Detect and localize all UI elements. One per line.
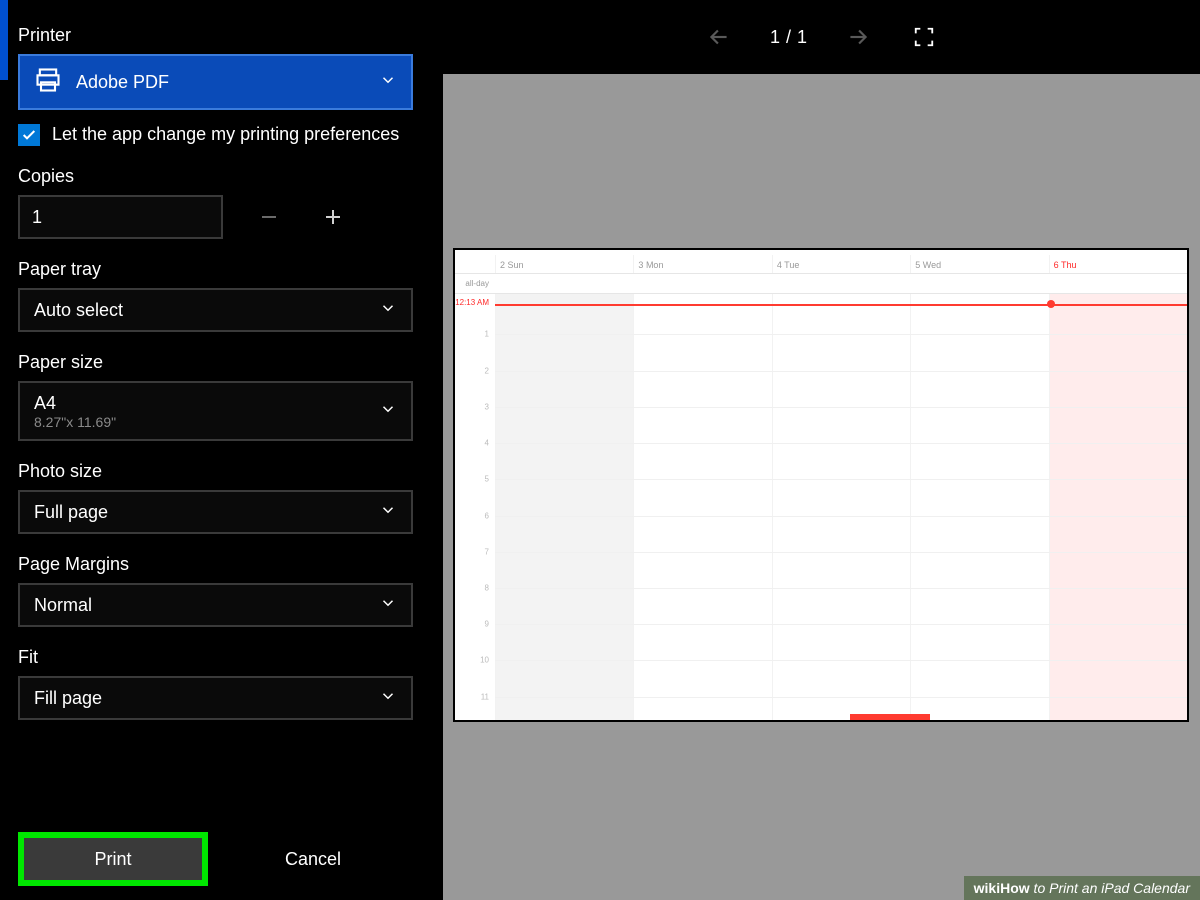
- hour-label: 11: [455, 692, 495, 701]
- page-current: 1: [770, 27, 780, 48]
- paper-size-group: Paper size A4 8.27"x 11.69": [18, 352, 413, 441]
- fit-label: Fit: [18, 647, 413, 668]
- next-page-button[interactable]: [843, 22, 873, 52]
- highlight-ring: Print: [18, 832, 208, 886]
- page-separator: /: [786, 27, 791, 48]
- paper-tray-value: Auto select: [34, 300, 123, 321]
- page-margins-group: Page Margins Normal: [18, 554, 413, 627]
- copies-label: Copies: [18, 166, 413, 187]
- photo-size-select[interactable]: Full page: [18, 490, 413, 534]
- hour-label: 10: [455, 656, 495, 665]
- print-button[interactable]: Print: [24, 838, 202, 880]
- copies-group: Copies: [18, 166, 413, 239]
- hour-label: 4: [455, 439, 495, 448]
- prev-page-button[interactable]: [704, 22, 734, 52]
- chevron-down-icon: [379, 501, 397, 524]
- photo-size-label: Photo size: [18, 461, 413, 482]
- now-time-label: 12:13 AM: [455, 298, 495, 307]
- fit-value: Fill page: [34, 688, 102, 709]
- calendar-grid: 12:13 AM 1 2 3 4 5 6 7 8 9 10 11: [455, 294, 1187, 720]
- print-preview-page: 2 Sun 3 Mon 4 Tue 5 Wed 6 Thu all-day: [453, 248, 1189, 722]
- printing-preferences-checkbox-row[interactable]: Let the app change my printing preferenc…: [18, 122, 413, 146]
- paper-size-value: A4: [34, 393, 116, 414]
- chevron-down-icon: [379, 400, 397, 423]
- hour-label: 7: [455, 547, 495, 556]
- paper-tray-select[interactable]: Auto select: [18, 288, 413, 332]
- fit-group: Fit Fill page: [18, 647, 413, 720]
- hour-label: 5: [455, 475, 495, 484]
- photo-size-group: Photo size Full page: [18, 461, 413, 534]
- chevron-down-icon: [379, 299, 397, 322]
- paper-size-select[interactable]: A4 8.27"x 11.69": [18, 381, 413, 441]
- day-header: 3 Mon: [638, 260, 663, 270]
- chevron-down-icon: [379, 687, 397, 710]
- checkbox-checked-icon[interactable]: [18, 124, 40, 146]
- page-indicator: 1 / 1: [770, 27, 807, 48]
- fullscreen-button[interactable]: [909, 22, 939, 52]
- paper-tray-group: Paper tray Auto select: [18, 259, 413, 332]
- cancel-button[interactable]: Cancel: [218, 838, 408, 880]
- page-margins-select[interactable]: Normal: [18, 583, 413, 627]
- hour-label: 9: [455, 620, 495, 629]
- calendar-day-header: 2 Sun 3 Mon 4 Tue 5 Wed 6 Thu: [455, 250, 1187, 274]
- printer-icon: [34, 66, 62, 99]
- page-total: 1: [797, 27, 807, 48]
- day-header: 5 Wed: [915, 260, 941, 270]
- hour-label: 6: [455, 511, 495, 520]
- printer-selected-value: Adobe PDF: [76, 72, 169, 93]
- decrement-button[interactable]: [251, 199, 287, 235]
- now-indicator-line: [495, 304, 1187, 306]
- paper-tray-label: Paper tray: [18, 259, 413, 280]
- calendar-event-block: [850, 714, 930, 720]
- hour-label: 1: [455, 330, 495, 339]
- copies-input[interactable]: [18, 195, 223, 239]
- watermark: wikiHow to Print an iPad Calendar: [964, 876, 1200, 900]
- page-margins-value: Normal: [34, 595, 92, 616]
- photo-size-value: Full page: [34, 502, 108, 523]
- chevron-down-icon: [379, 594, 397, 617]
- preview-canvas[interactable]: 2 Sun 3 Mon 4 Tue 5 Wed 6 Thu all-day: [443, 74, 1200, 900]
- printer-group: Printer Adobe PDF Let the app ch: [18, 25, 413, 146]
- preview-toolbar: 1 / 1: [443, 0, 1200, 74]
- day-header: 2 Sun: [500, 260, 524, 270]
- paper-size-label: Paper size: [18, 352, 413, 373]
- allday-label: all-day: [455, 279, 495, 288]
- calendar-allday-row: all-day: [455, 274, 1187, 294]
- page-margins-label: Page Margins: [18, 554, 413, 575]
- day-header-today: 6 Thu: [1054, 260, 1077, 270]
- checkbox-label: Let the app change my printing preferenc…: [52, 122, 399, 146]
- printer-label: Printer: [18, 25, 413, 46]
- dialog-buttons: Print Cancel: [18, 832, 408, 886]
- accent-bar: [0, 0, 8, 80]
- print-settings-panel: Printer Adobe PDF Let the app ch: [18, 25, 413, 740]
- preview-area: 1 / 1 2 Sun 3 Mon 4 Tue 5 Wed 6 Th: [443, 0, 1200, 900]
- fit-select[interactable]: Fill page: [18, 676, 413, 720]
- hour-label: 3: [455, 402, 495, 411]
- hour-label: 8: [455, 583, 495, 592]
- day-header: 4 Tue: [777, 260, 800, 270]
- printer-select[interactable]: Adobe PDF: [18, 54, 413, 110]
- paper-size-dimensions: 8.27"x 11.69": [34, 414, 116, 430]
- hour-label: 2: [455, 366, 495, 375]
- chevron-down-icon: [379, 71, 397, 94]
- increment-button[interactable]: [315, 199, 351, 235]
- now-indicator-dot: [1047, 300, 1055, 308]
